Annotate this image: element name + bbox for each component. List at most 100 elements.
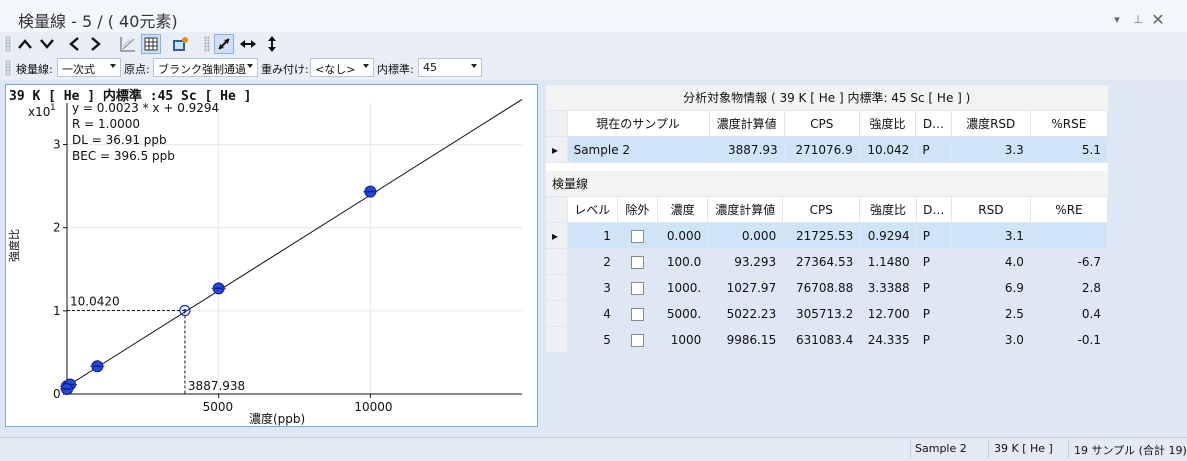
table-cell[interactable]: 0.000 xyxy=(707,222,784,249)
column-header[interactable]: CPS xyxy=(782,196,861,223)
column-header[interactable]: D… xyxy=(915,110,952,137)
table-cell[interactable]: -0.1 xyxy=(1030,326,1109,353)
table-cell[interactable]: 0.000 xyxy=(657,222,709,249)
table-cell[interactable]: 93.293 xyxy=(707,248,784,275)
column-header[interactable]: 濃度 xyxy=(657,196,709,223)
table-icon[interactable] xyxy=(141,34,161,54)
column-header[interactable]: %RSE xyxy=(1030,110,1109,137)
exclude-checkbox-cell[interactable] xyxy=(617,248,658,275)
table-cell[interactable]: 0.9294 xyxy=(859,222,917,249)
table-cell[interactable]: 100.0 xyxy=(657,248,709,275)
table-cell[interactable]: P xyxy=(916,222,952,249)
table-cell[interactable]: P xyxy=(916,248,952,275)
column-header[interactable]: 濃度RSD xyxy=(951,110,1031,137)
column-header[interactable]: レベル xyxy=(567,196,618,223)
exclude-checkbox-cell[interactable] xyxy=(617,222,658,249)
table-cell[interactable]: 1.1480 xyxy=(859,248,917,275)
pin-icon[interactable]: ⊥ xyxy=(1130,13,1146,26)
toolbar-grip[interactable] xyxy=(5,60,11,76)
report-icon[interactable] xyxy=(170,34,190,54)
table-cell[interactable]: 3.1 xyxy=(951,222,1031,249)
column-header[interactable]: 強度比 xyxy=(859,110,917,137)
exclude-checkbox-cell[interactable] xyxy=(617,326,658,353)
curve-type-select[interactable]: 一次式 xyxy=(57,58,121,77)
table-cell[interactable]: 12.700 xyxy=(859,300,917,327)
column-header[interactable]: 強度比 xyxy=(859,196,917,223)
column-header[interactable]: %RE xyxy=(1030,196,1109,223)
internal-standard-select[interactable]: 45 xyxy=(418,58,482,77)
table-cell[interactable]: 3 xyxy=(567,274,618,301)
table-cell[interactable]: 4 xyxy=(567,300,618,327)
dropdown-icon[interactable]: ▾ xyxy=(1109,13,1125,26)
column-header[interactable]: CPS xyxy=(784,110,860,137)
exclude-checkbox[interactable] xyxy=(630,333,644,347)
table-cell[interactable]: 76708.88 xyxy=(782,274,861,301)
column-header[interactable]: 現在のサンプル xyxy=(567,110,710,137)
calibration-chart[interactable]: 01235000 10000x10 1濃度(ppb)強度比10.04203887.9… xyxy=(6,85,537,426)
table-cell[interactable]: 2.8 xyxy=(1030,274,1109,301)
autoscale-icon[interactable] xyxy=(214,34,234,54)
table-row[interactable]: 5 1000 9986.15 631083.4 24.335 P 3.0 -0.1 xyxy=(546,326,1109,353)
exclude-checkbox-cell[interactable] xyxy=(617,274,658,301)
table-cell[interactable]: 6.9 xyxy=(951,274,1031,301)
origin-select[interactable]: ブランク強制通過 xyxy=(153,58,258,77)
exclude-checkbox-cell[interactable] xyxy=(617,300,658,327)
table-cell[interactable]: 2 xyxy=(567,248,618,275)
close-icon[interactable]: ✕ xyxy=(1150,10,1166,29)
table-cell[interactable]: 5000. xyxy=(657,300,709,327)
weighting-select[interactable]: <なし> xyxy=(310,58,374,77)
table-cell[interactable]: P xyxy=(915,136,952,163)
table-cell[interactable]: 1000. xyxy=(657,274,709,301)
chart-icon[interactable] xyxy=(118,34,138,54)
table-row[interactable]: 4 5000. 5022.23 305713.2 12.700 P 2.5 0.4 xyxy=(546,300,1109,327)
next-icon[interactable] xyxy=(86,34,106,54)
table-cell[interactable]: 1000 xyxy=(657,326,709,353)
table-cell[interactable]: 2.5 xyxy=(951,300,1031,327)
column-header[interactable]: RSD xyxy=(951,196,1031,223)
exclude-checkbox[interactable] xyxy=(630,307,644,321)
calibration-chart-panel[interactable]: 39 K [ He ] 内標準 :45 Sc [ He ] 0 1 2 3 5000 10… xyxy=(5,84,538,427)
table-cell[interactable]: 24.335 xyxy=(859,326,917,353)
table-row[interactable]: ▸ 1 0.000 0.000 21725.53 0.9294 P 3.1 xyxy=(546,222,1109,249)
table-cell[interactable]: P xyxy=(916,274,952,301)
table-cell[interactable]: Sample 2 xyxy=(567,136,710,163)
table-cell[interactable] xyxy=(1030,222,1109,249)
up-icon[interactable] xyxy=(15,34,35,54)
table-cell[interactable]: P xyxy=(916,300,952,327)
table-cell[interactable]: 5.1 xyxy=(1030,136,1109,163)
table-cell[interactable]: 271076.9 xyxy=(784,136,860,163)
table-cell[interactable]: 1 xyxy=(567,222,618,249)
column-header[interactable]: 濃度計算値 xyxy=(709,110,785,137)
table-cell[interactable]: 27364.53 xyxy=(782,248,861,275)
table-cell[interactable]: 3887.93 xyxy=(709,136,785,163)
column-header[interactable]: 濃度計算値 xyxy=(707,196,784,223)
exclude-checkbox[interactable] xyxy=(630,281,644,295)
table-row[interactable]: 2 100.0 93.293 27364.53 1.1480 P 4.0 -6.7 xyxy=(546,248,1109,275)
exclude-checkbox[interactable] xyxy=(630,255,644,269)
table-cell[interactable]: 305713.2 xyxy=(782,300,861,327)
down-icon[interactable] xyxy=(37,34,57,54)
table-cell[interactable]: 1027.97 xyxy=(707,274,784,301)
table-cell[interactable]: 21725.53 xyxy=(782,222,861,249)
horizontal-scale-icon[interactable] xyxy=(238,34,258,54)
table-cell[interactable]: 631083.4 xyxy=(782,326,861,353)
table-cell[interactable]: 3.3388 xyxy=(859,274,917,301)
exclude-checkbox[interactable] xyxy=(630,229,644,243)
table-cell[interactable]: 3.0 xyxy=(951,326,1031,353)
table-cell[interactable]: 4.0 xyxy=(951,248,1031,275)
table-cell[interactable]: 0.4 xyxy=(1030,300,1109,327)
column-header[interactable]: 除外 xyxy=(617,196,658,223)
column-header[interactable]: D… xyxy=(916,196,952,223)
table-row[interactable]: 3 1000. 1027.97 76708.88 3.3388 P 6.9 2.8 xyxy=(546,274,1109,301)
table-cell[interactable]: P xyxy=(916,326,952,353)
toolbar-grip[interactable] xyxy=(5,36,11,52)
table-cell[interactable]: 5 xyxy=(567,326,618,353)
previous-icon[interactable] xyxy=(64,34,84,54)
table-cell[interactable]: 5022.23 xyxy=(707,300,784,327)
toolbar-grip[interactable] xyxy=(204,36,210,52)
table-cell[interactable]: 3.3 xyxy=(951,136,1031,163)
table-cell[interactable]: -6.7 xyxy=(1030,248,1109,275)
table-cell[interactable]: 9986.15 xyxy=(707,326,784,353)
table-row[interactable]: ▸ Sample 2 3887.93 271076.9 10.042 P 3.3… xyxy=(546,136,1109,163)
vertical-scale-icon[interactable] xyxy=(262,34,282,54)
